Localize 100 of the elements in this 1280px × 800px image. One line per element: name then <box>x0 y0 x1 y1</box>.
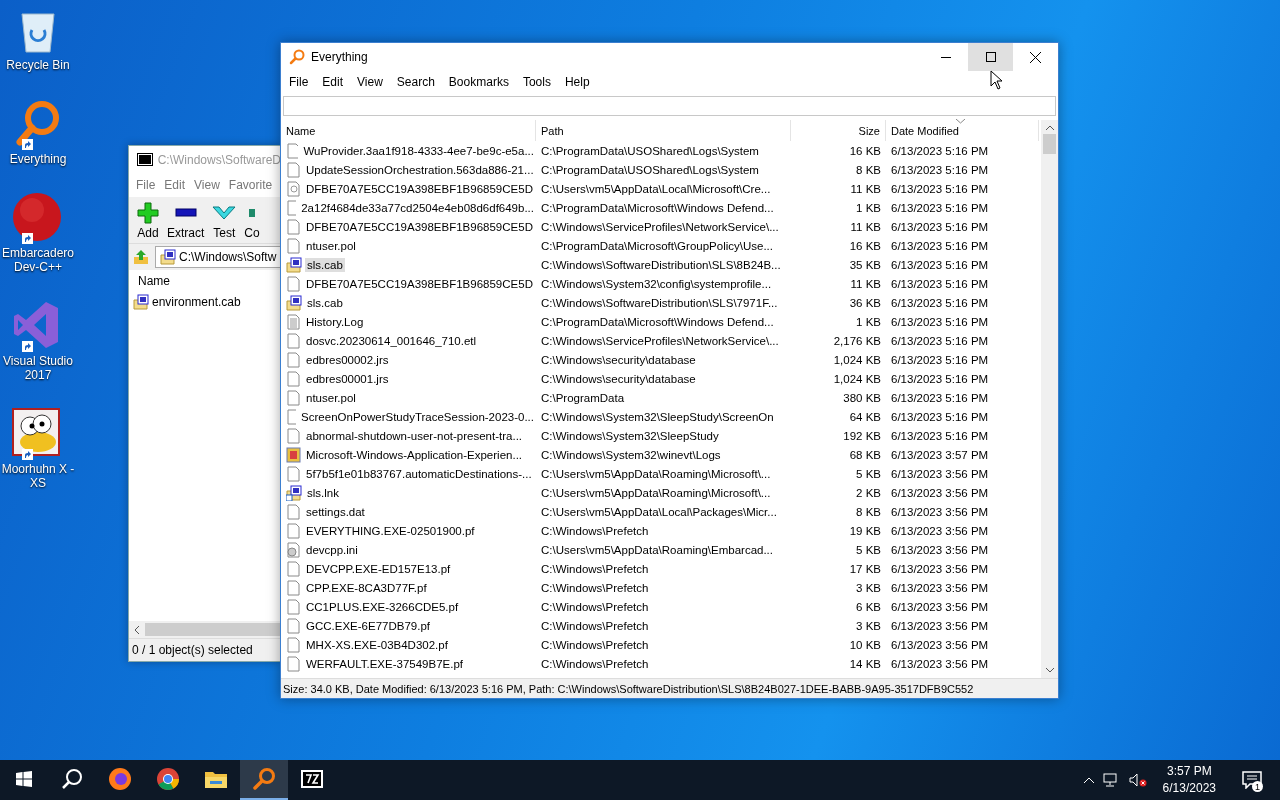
file-name[interactable]: DFBE70A7E5CC19A398EBF1B96859CE5D <box>304 276 535 291</box>
clock[interactable]: 3:57 PM 6/13/2023 <box>1162 763 1216 797</box>
modified-date: 6/13/2023 5:16 PM <box>890 201 990 214</box>
file-name[interactable]: EVERYTHING.EXE-02501900.pf <box>304 523 477 538</box>
cabinet-file-icon <box>286 294 302 311</box>
file-name[interactable]: MHX-XS.EXE-03B4D302.pf <box>304 637 450 652</box>
file-path: C:\ProgramData\USOShared\Logs\System <box>540 144 760 157</box>
file-name[interactable]: sls.cab <box>305 295 345 310</box>
scroll-thumb[interactable] <box>1043 134 1056 154</box>
desktop-icon-label: Everything <box>9 152 67 166</box>
file-name[interactable]: sls.lnk <box>305 485 341 500</box>
file-size: 64 KB <box>848 410 882 423</box>
scroll-thumb[interactable] <box>145 623 281 636</box>
file-name[interactable]: edbres00001.jrs <box>304 371 391 386</box>
file-size: 11 KB <box>849 277 882 290</box>
column-header[interactable]: Path <box>536 120 791 141</box>
menu-item[interactable]: Edit <box>317 75 349 89</box>
window-title: Everything <box>311 50 369 64</box>
chevron-up-icon[interactable] <box>1082 776 1095 784</box>
everything-taskbar-button[interactable] <box>240 760 288 800</box>
chicken-game-icon[interactable] <box>12 408 60 456</box>
menu-item[interactable]: View <box>352 75 388 89</box>
file-path: C:\Windows\Prefetch <box>540 524 650 537</box>
column-header[interactable]: Size <box>791 120 886 141</box>
file-path: C:\Windows\System32\config\systemprofile... <box>540 277 773 290</box>
file-name[interactable]: WuProvider.3aa1f918-4333-4ee7-be9c-e5a... <box>301 143 536 158</box>
cabinet-file-icon <box>286 256 302 273</box>
file-size: 19 KB <box>848 524 882 537</box>
file-icon <box>286 579 301 596</box>
toolbar-button[interactable]: Add <box>137 202 159 240</box>
file-size: 1 KB <box>855 201 882 214</box>
toolbar-button[interactable]: Test <box>212 202 237 240</box>
file-icon <box>286 465 301 482</box>
toolbar-button[interactable]: Co <box>244 202 260 240</box>
address-field[interactable]: C:\Windows\Softw <box>155 246 281 268</box>
file-name[interactable]: ntuser.pol <box>304 390 358 405</box>
column-header[interactable]: Name <box>281 120 536 141</box>
maximize-button[interactable] <box>968 43 1013 71</box>
file-path: C:\ProgramData\USOShared\Logs\System <box>540 163 760 176</box>
modified-date: 6/13/2023 3:56 PM <box>890 543 990 556</box>
search-field[interactable] <box>283 96 1056 116</box>
menu-item[interactable]: Tools <box>517 75 556 89</box>
certificate-file-icon <box>286 180 301 197</box>
file-icon <box>286 617 301 634</box>
file-name[interactable]: dosvc.20230614_001646_710.etl <box>304 333 479 348</box>
file-name[interactable]: Microsoft-Windows-Application-Experien... <box>304 447 525 462</box>
volume-muted-icon[interactable] <box>1128 772 1147 788</box>
file-name[interactable]: CC1PLUS.EXE-3266CDE5.pf <box>304 599 461 614</box>
file-name[interactable]: GCC.EXE-6E77DB79.pf <box>304 618 432 633</box>
column-header[interactable]: Date Modified <box>886 120 1039 141</box>
file-path: C:\Users\vm5\AppData\Roaming\Embarcad... <box>540 543 774 556</box>
file-name[interactable]: ntuser.pol <box>304 238 358 253</box>
modified-date: 6/13/2023 5:16 PM <box>890 258 990 271</box>
file-size: 3 KB <box>855 619 882 632</box>
file-path: C:\Windows\System32\SleepStudy\ScreenOn <box>540 410 775 423</box>
file-icon <box>286 370 301 387</box>
maximize-icon <box>985 52 996 62</box>
menu-item[interactable]: Favorite <box>227 178 274 192</box>
file-name[interactable]: environment.cab <box>151 295 242 309</box>
modified-date: 6/13/2023 3:56 PM <box>890 581 990 594</box>
modified-date: 6/13/2023 3:56 PM <box>890 638 990 651</box>
file-name[interactable]: abnormal-shutdown-user-not-present-tra... <box>304 428 525 443</box>
file-name[interactable]: ScreenOnPowerStudyTraceSession-2023-0... <box>299 409 536 424</box>
text-file-icon <box>286 313 301 330</box>
settings-file-icon <box>286 541 301 558</box>
horizontal-scrollbar[interactable] <box>129 621 281 638</box>
menu-item[interactable]: File <box>135 178 157 192</box>
file-name[interactable]: 2a12f4684de33a77cd2504e4eb08d6df649b... <box>299 200 536 215</box>
folder-up-icon[interactable] <box>133 249 149 265</box>
vertical-scrollbar[interactable] <box>1041 120 1058 678</box>
desktop-icon-label: Recycle Bin <box>6 58 70 72</box>
file-name[interactable]: sls.cab <box>305 257 345 272</box>
file-name[interactable]: 5f7b5f1e01b83767.automaticDestinations-... <box>304 466 534 481</box>
file-name[interactable]: CPP.EXE-8CA3D77F.pf <box>304 580 429 595</box>
menu-item[interactable]: View <box>193 178 221 192</box>
file-icon <box>286 218 301 235</box>
file-icon <box>286 142 299 159</box>
file-name[interactable]: DFBE70A7E5CC19A398EBF1B96859CE5D <box>304 219 535 234</box>
file-name[interactable]: UpdateSessionOrchestration.563da886-21... <box>304 162 536 177</box>
column-header[interactable]: Name <box>137 274 281 288</box>
toolbar-button[interactable]: Extract <box>167 202 205 240</box>
menu-item[interactable]: Edit <box>163 178 187 192</box>
file-name[interactable]: devcpp.ini <box>304 542 360 557</box>
file-path: C:\Users\vm5\AppData\Local\Microsoft\Cre... <box>540 182 772 195</box>
notification-button[interactable]: 1 <box>1232 760 1272 800</box>
menu-item[interactable]: Help <box>559 75 595 89</box>
archive-app-icon <box>137 153 153 166</box>
magnifier-icon <box>252 767 276 791</box>
menu-item[interactable]: Bookmarks <box>443 75 514 89</box>
file-size: 5 KB <box>855 543 882 556</box>
file-name[interactable]: DEVCPP.EXE-ED157E13.pf <box>304 561 453 576</box>
file-name[interactable]: DFBE70A7E5CC19A398EBF1B96859CE5D <box>304 181 535 196</box>
file-name[interactable]: settings.dat <box>304 504 367 519</box>
file-name[interactable]: edbres00002.jrs <box>304 352 391 367</box>
menu-item[interactable]: File <box>284 75 314 89</box>
message-icon <box>1242 771 1262 789</box>
file-name[interactable]: WERFAULT.EXE-37549B7E.pf <box>304 656 466 671</box>
file-name[interactable]: History.Log <box>304 314 366 329</box>
menu-item[interactable]: Search <box>391 75 440 89</box>
clock-date: 6/13/2023 <box>1162 780 1216 797</box>
